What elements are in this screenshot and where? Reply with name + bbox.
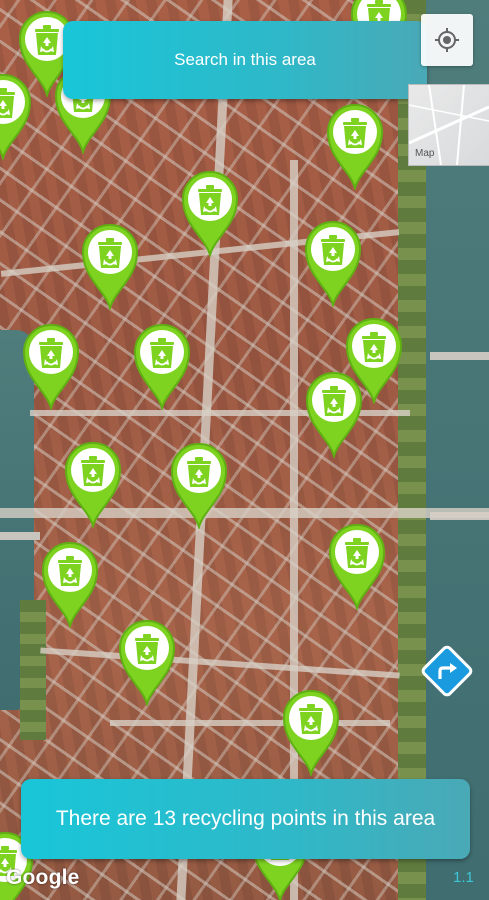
recycling-point-marker[interactable]: [129, 318, 195, 410]
google-logo: Google: [6, 866, 80, 889]
recycling-point-marker[interactable]: [177, 165, 243, 257]
directions-button[interactable]: [417, 641, 477, 701]
recycling-point-marker[interactable]: [18, 318, 84, 410]
road: [110, 720, 390, 726]
recycling-count-banner: There are 13 recycling points in this ar…: [21, 779, 470, 859]
recycling-point-marker[interactable]: [300, 215, 366, 307]
recycling-point-marker[interactable]: [322, 98, 388, 190]
bridge: [430, 352, 489, 360]
my-location-button[interactable]: [421, 14, 473, 66]
search-in-area-button[interactable]: Search in this area: [63, 21, 427, 99]
recycling-point-marker[interactable]: [37, 536, 103, 628]
map-type-toggle[interactable]: Map: [408, 84, 489, 166]
bridge: [0, 532, 40, 540]
recycling-point-marker[interactable]: [60, 436, 126, 528]
recycling-point-marker[interactable]: [77, 218, 143, 310]
version-label: 1.1: [453, 869, 474, 886]
recycling-point-marker[interactable]: [324, 518, 390, 610]
my-location-icon: [435, 28, 459, 52]
recycling-point-marker[interactable]: [278, 684, 344, 776]
recycling-point-marker[interactable]: [301, 366, 367, 458]
recycling-point-marker[interactable]: [0, 68, 36, 160]
recycling-point-marker[interactable]: [166, 437, 232, 529]
directions-icon: [421, 645, 473, 697]
road: [40, 647, 400, 679]
recycling-point-marker[interactable]: [114, 614, 180, 706]
map-type-label: Map: [415, 148, 435, 159]
